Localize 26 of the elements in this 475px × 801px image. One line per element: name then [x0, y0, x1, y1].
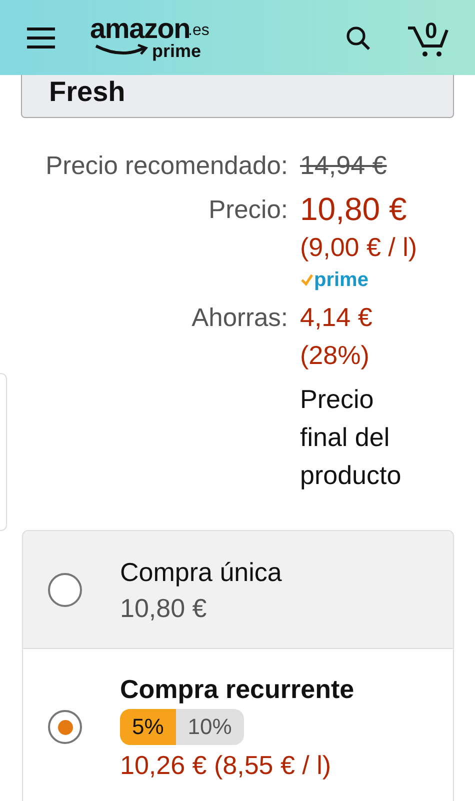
option-title: Compra recurrente: [120, 673, 354, 706]
amazon-prime-logo[interactable]: amazon.es prime: [90, 12, 220, 62]
cart-button[interactable]: 0: [407, 18, 449, 58]
price-label: Precio recomendado:: [46, 152, 288, 180]
purchase-option[interactable]: Compra única 10,80 €: [23, 531, 453, 648]
search-icon[interactable]: [345, 24, 371, 50]
price-value: (28%): [300, 339, 370, 372]
discount-tier[interactable]: 5%: [120, 709, 176, 745]
option-price: 10,80 €: [120, 592, 208, 624]
prime-badge: prime: [300, 268, 368, 292]
price-note: Precio: [300, 383, 374, 416]
radio-button[interactable]: [48, 710, 82, 744]
price-note: producto: [300, 459, 402, 492]
radio-button[interactable]: [48, 572, 82, 606]
price-value: 14,94 €: [300, 149, 387, 182]
price-value: 4,14 €: [300, 301, 372, 334]
price-value: (9,00 € / l): [300, 231, 418, 264]
option-title: Compra única: [120, 556, 282, 588]
option-price: 10,26 € (8,55 € / l): [120, 749, 332, 782]
price-note: final del: [300, 421, 390, 454]
discount-tier[interactable]: 10%: [176, 709, 244, 745]
price-label: Ahorras:: [192, 304, 288, 332]
price-value: 10,80 €: [300, 190, 407, 228]
category-button[interactable]: Fresh: [21, 75, 454, 118]
menu-icon[interactable]: [26, 26, 56, 48]
price-label: Precio:: [208, 196, 288, 224]
